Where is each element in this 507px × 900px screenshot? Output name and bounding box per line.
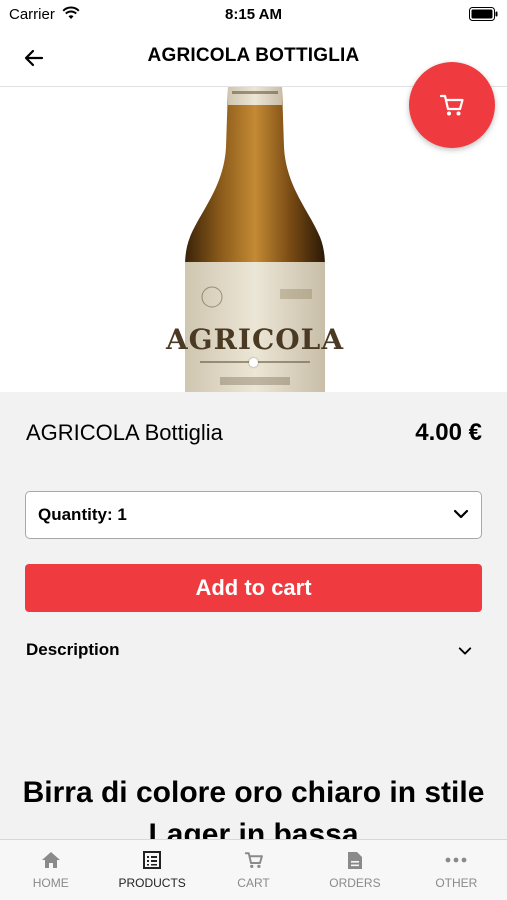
cart-icon bbox=[439, 94, 464, 116]
home-icon bbox=[41, 851, 61, 874]
clock: 8:15 AM bbox=[225, 6, 282, 23]
more-icon bbox=[445, 851, 467, 874]
tab-home[interactable]: HOME bbox=[0, 840, 101, 900]
tab-label: PRODUCTS bbox=[118, 876, 186, 890]
floating-cart-button[interactable] bbox=[409, 62, 495, 148]
chevron-down-icon bbox=[453, 506, 469, 527]
svg-text:AGRICOLA: AGRICOLA bbox=[165, 323, 344, 356]
page-title: AGRICOLA BOTTIGLIA bbox=[147, 45, 360, 66]
beer-bottle-image: AGRICOLA bbox=[165, 87, 344, 392]
quantity-select[interactable]: Quantity: 1 bbox=[25, 491, 482, 539]
products-icon bbox=[143, 851, 162, 874]
tab-label: OTHER bbox=[435, 876, 478, 890]
tab-label: HOME bbox=[32, 876, 69, 890]
status-bar: Carrier 8:15 AM bbox=[0, 0, 507, 30]
description-toggle[interactable]: Description bbox=[26, 638, 482, 664]
tab-label: CART bbox=[237, 876, 270, 890]
tab-products[interactable]: PRODUCTS bbox=[101, 840, 202, 900]
carousel-dot[interactable] bbox=[249, 358, 258, 367]
tab-bar: HOME PRODUCTS CART ORDERS OTHER bbox=[0, 839, 507, 900]
product-name: AGRICOLA Bottiglia bbox=[26, 420, 223, 445]
cart-icon bbox=[244, 851, 264, 874]
tab-orders[interactable]: ORDERS bbox=[304, 840, 405, 900]
description-label: Description bbox=[26, 640, 120, 659]
battery-icon bbox=[469, 7, 499, 25]
product-price: 4.00 € bbox=[415, 419, 482, 446]
tab-other[interactable]: OTHER bbox=[406, 840, 507, 900]
chevron-down-icon bbox=[458, 644, 472, 663]
tab-cart[interactable]: CART bbox=[203, 840, 304, 900]
tab-label: ORDERS bbox=[329, 876, 381, 890]
quantity-value: Quantity: 1 bbox=[38, 505, 127, 524]
orders-icon bbox=[347, 851, 363, 875]
add-to-cart-button[interactable]: Add to cart bbox=[25, 564, 482, 612]
